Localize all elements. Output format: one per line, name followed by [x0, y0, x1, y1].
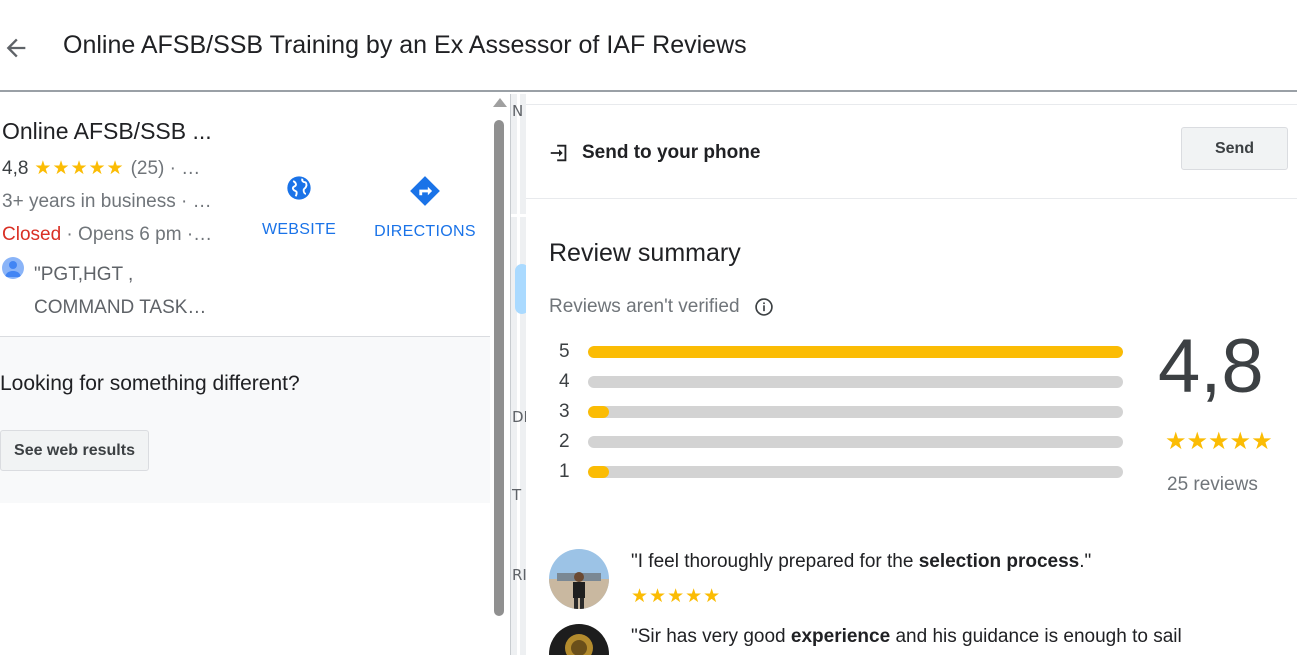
- send-button[interactable]: Send: [1181, 127, 1288, 170]
- scrollbar-thumb[interactable]: [494, 120, 504, 616]
- rating-bar-label: 4: [559, 371, 570, 392]
- map-label: N: [512, 102, 524, 120]
- reviews-panel: Send to your phone Send Review summary R…: [526, 94, 1297, 655]
- business-name[interactable]: Online AFSB/SSB ...: [2, 118, 212, 145]
- rating-bar-track: [588, 376, 1123, 388]
- reviews-not-verified-text: Reviews aren't verified: [549, 296, 740, 317]
- directions-icon: [408, 176, 442, 212]
- rating-bar-track: [588, 436, 1123, 448]
- rating-bar-fill: [588, 466, 610, 478]
- directions-label: DIRECTIONS: [374, 223, 476, 240]
- reviewer-avatar: [549, 549, 609, 609]
- review-count[interactable]: 25 reviews: [1167, 474, 1258, 496]
- status-closed: Closed: [2, 224, 62, 245]
- rating-bar-track: [588, 346, 1123, 358]
- rating-bar-fill: [588, 406, 610, 418]
- see-web-results-button[interactable]: See web results: [0, 430, 149, 471]
- scrollbar[interactable]: [490, 94, 510, 655]
- years-in-business: 3+ years in business · …: [2, 191, 212, 212]
- rating-bar-label: 3: [559, 401, 570, 422]
- map-label: DF: [512, 408, 526, 426]
- send-to-phone-row: Send to your phone Send: [526, 105, 1297, 199]
- rating-stars: ★★★★★: [34, 158, 125, 179]
- rating-bar-label: 5: [559, 341, 570, 362]
- overall-stars: ★★★★★: [1165, 428, 1273, 455]
- review-quote-highlight: experience: [790, 626, 891, 647]
- review-count-link[interactable]: (25) · …: [131, 158, 201, 180]
- map-label: T: [512, 486, 522, 504]
- map-strip[interactable]: N DF T RI: [510, 94, 526, 655]
- rating-bar-row[interactable]: 5: [559, 340, 1129, 370]
- reviewer-avatar-icon: [2, 257, 24, 279]
- rating-bar-row[interactable]: 1: [559, 460, 1129, 490]
- business-panel: Online AFSB/SSB ... 4,8 ★★★★★ (25) · … 3…: [0, 94, 490, 655]
- rating-bar-label: 1: [559, 461, 570, 482]
- review-quote: "Sir has very good experience and his gu…: [631, 626, 1182, 648]
- header-bar: Online AFSB/SSB Training by an Ex Assess…: [0, 0, 1297, 92]
- info-icon[interactable]: [754, 297, 774, 317]
- rating-row: 4,8 ★★★★★ (25) · …: [2, 157, 200, 180]
- something-different-title: Looking for something different?: [0, 372, 300, 395]
- review-quote-text: "Sir has very good: [631, 626, 791, 647]
- send-to-device-icon: [548, 142, 570, 164]
- rating-bar-label: 2: [559, 431, 570, 452]
- opening-hours[interactable]: Closed · Opens 6 pm ·…: [2, 224, 212, 246]
- overall-rating: 4,8: [1158, 324, 1264, 409]
- map-road: [511, 214, 526, 217]
- reviewer-avatar: [549, 624, 609, 655]
- reviews-not-verified: Reviews aren't verified: [549, 296, 774, 318]
- review-quote-text: "I feel thoroughly prepared for the: [631, 551, 919, 572]
- arrow-back-icon[interactable]: [2, 34, 30, 62]
- review-quote-highlight: selection process: [918, 551, 1080, 572]
- website-button[interactable]: WEBSITE: [255, 174, 343, 239]
- globe-icon: [285, 176, 313, 206]
- website-label: WEBSITE: [261, 221, 337, 238]
- status-opens: · Opens 6 pm ·…: [61, 224, 213, 245]
- rating-bar-row[interactable]: 4: [559, 370, 1129, 400]
- rating-bar-track: [588, 466, 1123, 478]
- review-quote-text: and his guidance is enough to sail: [890, 626, 1182, 647]
- page-title: Online AFSB/SSB Training by an Ex Assess…: [63, 31, 747, 59]
- map-water: [515, 264, 526, 314]
- review-stars: ★★★★★: [631, 586, 722, 607]
- review-quote-text: .": [1079, 551, 1092, 572]
- rating-bar-row[interactable]: 2: [559, 430, 1129, 460]
- rating-distribution: 5 4 3 2 1: [559, 340, 1129, 490]
- send-to-phone-label: Send to your phone: [582, 142, 761, 163]
- rating-value: 4,8: [2, 157, 29, 179]
- something-different-section: Looking for something different? See web…: [0, 337, 490, 503]
- directions-button[interactable]: DIRECTIONS: [370, 174, 480, 241]
- rating-bar-row[interactable]: 3: [559, 400, 1129, 430]
- review-quote: "I feel thoroughly prepared for the sele…: [631, 551, 1091, 573]
- map-label: RI: [512, 566, 526, 584]
- rating-bar-track: [588, 406, 1123, 418]
- review-summary-title: Review summary: [549, 239, 741, 267]
- scroll-up-arrow-icon[interactable]: [493, 98, 507, 107]
- rating-bar-fill: [588, 346, 1123, 358]
- review-snippet: "PGT,HGT , COMMAND TASK…: [34, 264, 207, 318]
